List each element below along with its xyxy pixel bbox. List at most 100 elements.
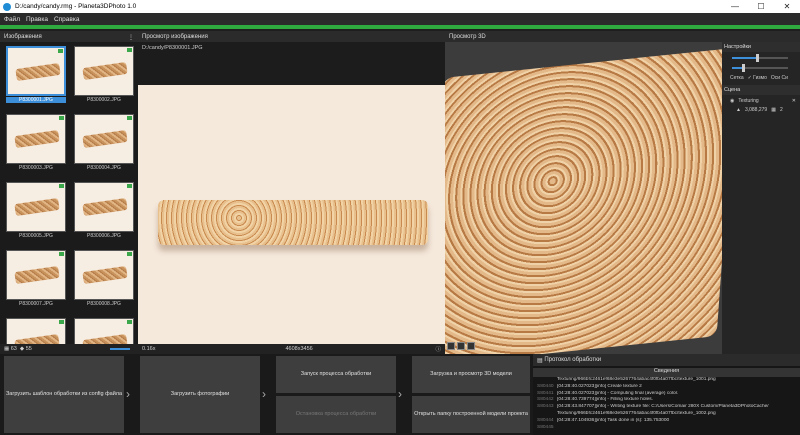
scene-item-stats: ▲ 3,088,279 ▦ 2	[722, 107, 800, 113]
log-line: Texturing/966bfc2461ef68e3e5267764abac4f…	[533, 411, 800, 418]
log-line-text: [04:28:43.847707][info] - Writing textur…	[557, 404, 769, 410]
thumbnail-label: P8300006.JPG	[87, 233, 121, 239]
processed-flag-icon	[127, 116, 132, 120]
eye-icon[interactable]: ◉	[730, 98, 734, 104]
scene-header: Сцена	[722, 85, 800, 95]
thumbnail-item[interactable]: P8300006.JPG	[74, 182, 134, 242]
thumbnail-label: P8300001.JPG	[6, 97, 66, 103]
accent-bar	[0, 25, 800, 29]
log-line: S80443 [04:28:43.847707][info] - Writing …	[533, 404, 800, 411]
load-photos-button[interactable]: Загрузить фотографии	[140, 356, 260, 433]
log-header: ▤ Протокол обработки	[533, 354, 800, 366]
thumbnail-image	[6, 114, 66, 164]
log-line-number: S80443	[537, 404, 554, 410]
thumbnail-item[interactable]: P8300002.JPG	[74, 46, 134, 106]
load-template-button[interactable]: Загрузить шаблон обработки из config фай…	[4, 356, 124, 433]
scene-item-name: Texturing	[738, 98, 759, 104]
3d-viewport[interactable]	[445, 42, 722, 354]
menu-help[interactable]: Справка	[54, 16, 80, 23]
scene-item-close-icon[interactable]: ✕	[792, 98, 796, 104]
setting-slider-1[interactable]	[732, 53, 800, 62]
log-line-text: [04:28:47.104936][info] Task done in (s)…	[557, 417, 670, 423]
log-line-number: S80441	[537, 390, 554, 396]
scene-title: Сцена	[724, 87, 741, 93]
open-model-folder-button[interactable]: Открыть папку построенной модели проекта	[412, 396, 530, 433]
app-logo-icon	[3, 2, 11, 11]
thumbnail-item[interactable]: P8300005.JPG	[6, 182, 66, 242]
image-path: D:/candy/P8300001.JPG	[142, 45, 203, 51]
texture-count: 2	[779, 107, 783, 113]
option-gizmo[interactable]: ✓ Гизмо	[748, 75, 767, 81]
thumbnail-image	[74, 318, 134, 344]
log-line: S80442 [04:28:40.739774][info] - Filling …	[533, 397, 800, 404]
processed-count: 55	[25, 346, 32, 352]
thumbnail-item[interactable]: P8300007.JPG	[6, 250, 66, 310]
menu-file[interactable]: Файл	[4, 16, 20, 23]
thumbnail-item[interactable]: P8300003.JPG	[6, 114, 66, 174]
preview3d-title: Просмотр 3D	[449, 34, 486, 40]
view-grid-icon[interactable]	[457, 342, 465, 350]
thumbnail-label: P8300004.JPG	[87, 165, 121, 171]
minimize-icon[interactable]: —	[722, 0, 748, 13]
images-menu-icon[interactable]: ⋮	[128, 34, 134, 41]
thumbnail-image	[74, 250, 134, 300]
log-line: Texturing/966bfc2461ef68e3e5267764abac4f…	[533, 377, 800, 384]
log-line: S80441 [04:28:40.027023][info] - Computin…	[533, 391, 800, 398]
option-axes[interactable]: Оси Си	[771, 75, 788, 81]
thumbnail-image	[6, 182, 66, 232]
stop-processing-button[interactable]: Остановка процесса обработки	[276, 396, 396, 433]
processed-flag-icon	[58, 49, 63, 53]
info-icon[interactable]: ⓘ	[435, 345, 441, 353]
view-mode-icon[interactable]	[447, 342, 455, 350]
thumbnail-image	[74, 46, 134, 96]
log-line-number: S80440	[537, 383, 554, 389]
processed-icon: ◆	[16, 346, 26, 352]
thumbnail-item[interactable]	[74, 318, 134, 344]
thumbnail-item[interactable]: P8300004.JPG	[74, 114, 134, 174]
thumbnail-item[interactable]: P8300008.JPG	[74, 250, 134, 310]
thumb-size-slider[interactable]	[110, 348, 130, 350]
image-preview[interactable]: D:/candy/P8300001.JPG	[138, 42, 445, 355]
log-line: S80444 [04:28:47.104936][info] Task done …	[533, 418, 800, 425]
processed-flag-icon	[127, 184, 132, 188]
log-line-number: S80442	[537, 397, 554, 403]
log-line-text: [04:28:40.027023][info] - Computing fina…	[557, 390, 679, 396]
thumbnail-image	[74, 114, 134, 164]
menu-edit[interactable]: Правка	[26, 16, 48, 23]
load-view-3d-button[interactable]: Загрузка и просмотр 3D модели	[412, 356, 530, 393]
maximize-icon[interactable]: ☐	[748, 0, 774, 13]
processed-flag-icon	[59, 116, 64, 120]
zoom-level: 0.16x	[142, 346, 156, 352]
thumbnail-label: P8300007.JPG	[19, 301, 53, 307]
log-title: Протокол обработки	[544, 357, 602, 363]
log-icon: ▤	[537, 357, 545, 364]
images-panel-title: Изображения	[4, 34, 42, 40]
preview-photo	[138, 85, 445, 355]
thumbnail-grid: P8300001.JPG P8300002.JPG P8300003.JPG P830…	[0, 42, 138, 344]
thumbnail-item[interactable]	[6, 318, 66, 344]
thumbnail-label: P8300008.JPG	[87, 301, 121, 307]
log-column-header: Сведения	[533, 368, 800, 377]
setting-slider-2[interactable]	[732, 63, 800, 72]
chevron-right-icon: ›	[398, 387, 402, 401]
start-processing-button[interactable]: Запуск процесса обработки	[276, 356, 396, 393]
option-grid[interactable]: Сетка	[730, 75, 744, 81]
log-line-text: [04:28:40.739774][info] - Filling textur…	[557, 397, 653, 403]
processed-flag-icon	[59, 320, 64, 324]
title-bar: D:/candy/candy.rmg - Planeta3DPhoto 1.0 …	[0, 0, 800, 13]
log-line-text: Texturing/966bfc2461ef68e3e5267764abac4f…	[557, 377, 716, 382]
settings-title: Настройки	[724, 44, 751, 50]
view-wire-icon[interactable]	[467, 342, 475, 350]
log-line-number: S80445	[537, 424, 554, 430]
view-options: Сетка ✓ Гизмо Оси Си	[722, 75, 800, 81]
processed-flag-icon	[59, 252, 64, 256]
close-icon[interactable]: ✕	[774, 0, 800, 13]
log-line-number: S80444	[537, 417, 554, 423]
thumbnail-item[interactable]: P8300001.JPG	[6, 46, 66, 106]
scene-item[interactable]: ◉ Texturing ✕	[722, 98, 800, 104]
thumbnail-label: P8300002.JPG	[87, 97, 121, 103]
processed-flag-icon	[127, 48, 132, 52]
log-lines[interactable]: Texturing/966bfc2461ef68e3e5267764abac4f…	[533, 377, 800, 431]
image-size: 4608x3456	[285, 346, 313, 352]
processed-flag-icon	[59, 184, 64, 188]
